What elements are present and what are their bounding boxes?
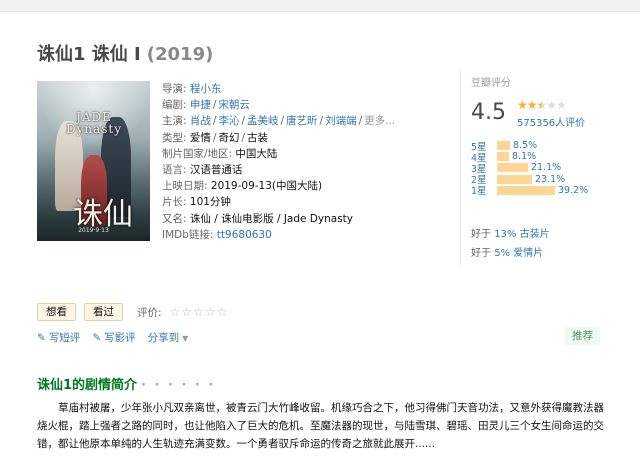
rating-pct: 21.1%: [531, 162, 562, 174]
runtime-label: 片长:: [162, 196, 187, 209]
share-label: 分享到: [147, 332, 180, 344]
aka-label: 又名:: [162, 212, 187, 225]
writer-link[interactable]: 宋朝云: [218, 99, 250, 111]
better-genre-link[interactable]: 5% 爱情片: [494, 248, 543, 259]
interaction-links: ✎ 写短评 ✎ 写影评 分享到 ▼: [37, 330, 188, 345]
better-than: 好于 13% 古装片 好于 5% 爱情片: [471, 225, 550, 263]
synopsis-text: 草庙村被屠，少年张小凡双亲离世，被青云门大竹峰收留。机缘巧合之下，他习得佛门天音…: [37, 402, 604, 450]
pencil-icon: ✎: [37, 332, 46, 344]
write-short-label: 写短评: [48, 332, 81, 344]
write-review-link[interactable]: ✎ 写影评: [92, 330, 135, 345]
movie-title: 诛仙1 诛仙 Ⅰ (2019): [37, 40, 213, 66]
poster-logo: JADE Dynasty: [65, 110, 123, 136]
cast-more-link[interactable]: 更多...: [364, 115, 395, 127]
genre-row: 类型: 爱情 / 奇幻 / 古装: [162, 131, 268, 144]
language-value: 汉语普通话: [189, 164, 243, 177]
rating-row-label: 1星: [471, 186, 487, 198]
rating-pct: 8.5%: [513, 140, 538, 151]
director-row: 导演: 程小东: [162, 81, 432, 97]
director-label: 导演:: [162, 83, 187, 95]
title-text: 诛仙1 诛仙 Ⅰ: [37, 44, 141, 65]
release-label: 上映日期:: [162, 180, 208, 193]
rating-pct: 39.2%: [558, 184, 589, 196]
genre-value: 爱情: [189, 131, 211, 144]
rate-label: 评价:: [137, 306, 162, 319]
release-value: 2019-09-13(中国大陆): [210, 180, 323, 193]
write-review-label: 写影评: [104, 332, 136, 344]
watched-button[interactable]: 看过: [84, 303, 123, 321]
star-empty-icon: ★★: [546, 98, 566, 112]
better-genre-link[interactable]: 13% 古装片: [494, 229, 549, 240]
imdb-label: IMDb链接:: [162, 228, 214, 241]
writer-link[interactable]: 申捷: [190, 99, 211, 111]
better-prefix: 好于: [471, 229, 491, 240]
rating-votes-link[interactable]: 575356人评价: [517, 114, 585, 129]
recommend-button[interactable]: 推荐: [565, 327, 600, 345]
rating-label: 豆瓣评分: [471, 78, 511, 89]
runtime-row: 片长: 101分钟: [162, 194, 432, 210]
synopsis-dots: · · · · · ·: [141, 378, 216, 393]
rate-stars-input[interactable]: ☆☆☆☆☆: [170, 305, 229, 319]
write-short-review-link[interactable]: ✎ 写短评: [37, 330, 80, 345]
writer-row: 编剧: 申捷 / 宋朝云: [162, 99, 250, 112]
cast-link[interactable]: 李沁: [218, 115, 239, 127]
genre-value: 古装: [246, 131, 268, 144]
rating-pct: 8.1%: [512, 151, 537, 163]
rating-pct: 23.1%: [535, 173, 566, 185]
genre-value: 奇幻: [218, 131, 240, 144]
rating-score: 4.5: [471, 100, 506, 125]
cast-link[interactable]: 刘端端: [325, 115, 357, 127]
release-year: (2019): [146, 44, 214, 65]
share-dropdown[interactable]: 分享到 ▼: [148, 330, 189, 345]
cast-link[interactable]: 孟美岐: [247, 115, 279, 127]
rating-bar: [497, 174, 532, 184]
poster-image[interactable]: JADE Dynasty 诛仙 2019·9·13: [37, 81, 150, 241]
aka-value: 诛仙 / 诛仙电影版 / Jade Dynasty: [189, 212, 353, 225]
action-bar: 想看 看过 评价: ☆☆☆☆☆: [37, 303, 228, 321]
rating-row-1: 1星 39.2%: [471, 184, 611, 198]
imdb-link[interactable]: tt9680630: [217, 229, 272, 241]
pencil-icon: ✎: [92, 332, 102, 344]
release-row: 上映日期: 2019-09-13(中国大陆): [162, 178, 432, 194]
country-row: 制片国家/地区: 中国大陆: [162, 146, 432, 162]
cast-link[interactable]: 唐艺昕: [286, 115, 318, 127]
poster-date: 2019·9·13: [78, 227, 109, 234]
language-label: 语言:: [162, 164, 187, 177]
runtime-value: 101分钟: [189, 196, 231, 209]
director-link[interactable]: 程小东: [190, 83, 222, 95]
imdb-row: IMDb链接: tt9680630: [162, 227, 432, 243]
synopsis-title: 诛仙1的剧情简介: [37, 378, 138, 393]
rating-bar: [497, 185, 555, 195]
writer-label: 编剧:: [162, 99, 187, 112]
movie-info: 导演: 程小东 编剧: 申捷 / 宋朝云 主演: 肖战 / 李沁 / 孟美岐 / 唐艺昕 / 刘端端…: [162, 81, 432, 243]
genre-label: 类型:: [162, 131, 187, 144]
aka-row: 又名: 诛仙 / 诛仙电影版 / Jade Dynasty: [162, 211, 432, 227]
top-nav-bar: [0, 0, 640, 12]
star-icon: ★★: [517, 98, 537, 112]
cast-link[interactable]: 肖战: [190, 115, 211, 127]
chevron-down-icon: ▼: [182, 334, 189, 343]
rating-bar: [497, 163, 528, 173]
want-to-watch-button[interactable]: 想看: [37, 303, 76, 321]
rating-bar: [497, 141, 510, 150]
country-value: 中国大陆: [235, 147, 278, 160]
rating-distribution: 5星 8.5% 4星 8.1% 3星 21.1% 2星 23.1% 1星 39.2%: [471, 140, 611, 198]
better-prefix: 好于: [471, 248, 491, 259]
synopsis-heading: 诛仙1的剧情简介 · · · · · ·: [37, 374, 215, 393]
rating-stars: ★★★★★: [517, 98, 567, 112]
cast-row: 主演: 肖战 / 李沁 / 孟美岐 / 唐艺昕 / 刘端端 / 更多...: [162, 115, 396, 128]
language-row: 语言: 汉语普通话: [162, 162, 432, 178]
rating-bar: [497, 152, 509, 162]
rating-panel: 豆瓣评分 4.5 ★★★★★ 575356人评价 5星 8.5% 4星 8.1% 3…: [460, 70, 610, 265]
star-half-icon: ★: [536, 98, 548, 112]
country-label: 制片国家/地区:: [162, 147, 233, 160]
cast-label: 主演:: [162, 115, 187, 128]
